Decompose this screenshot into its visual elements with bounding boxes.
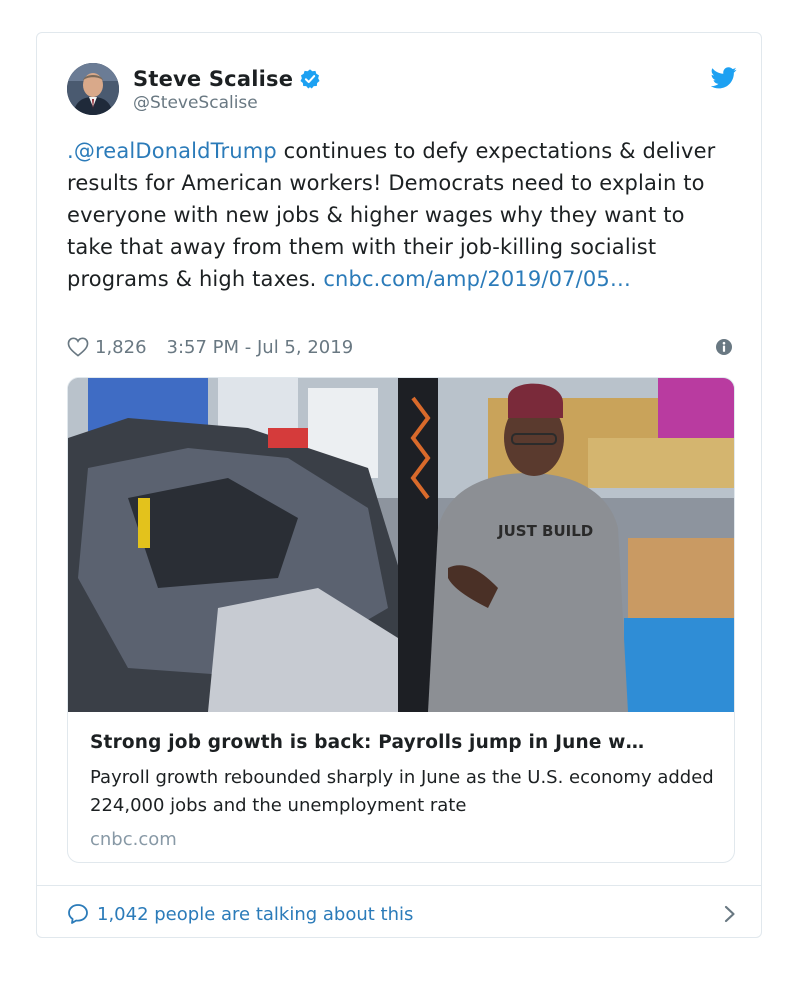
- card-body: Strong job growth is back: Payrolls jump…: [90, 728, 720, 850]
- link-preview-card[interactable]: JUST BUILD Strong job growth is back: Pa…: [67, 377, 735, 863]
- card-title[interactable]: Strong job growth is back: Payrolls jump…: [90, 728, 720, 758]
- avatar[interactable]: [67, 63, 119, 115]
- tweet-header: Steve Scalise @SteveScalise: [67, 63, 737, 119]
- author-handle[interactable]: @SteveScalise: [133, 93, 321, 113]
- card-description: Payroll growth rebounded sharply in June…: [90, 767, 714, 816]
- speech-bubble-icon: [68, 904, 88, 924]
- chevron-right-icon[interactable]: [723, 905, 737, 923]
- tweet-text: .@realDonaldTrump continues to defy expe…: [67, 135, 737, 295]
- conversation-count[interactable]: 1,042 people are talking about this: [97, 904, 413, 925]
- card-domain: cnbc.com: [90, 829, 177, 850]
- twitter-bird-icon[interactable]: [711, 67, 737, 89]
- article-url-link[interactable]: cnbc.com/amp/2019/07/05…: [323, 267, 631, 291]
- tweet-timestamp[interactable]: 3:57 PM - Jul 5, 2019: [167, 337, 354, 358]
- card-image: JUST BUILD: [68, 378, 734, 712]
- footer-divider: [37, 885, 761, 886]
- tweet-meta: 1,826 3:57 PM - Jul 5, 2019: [67, 333, 737, 361]
- info-icon[interactable]: [715, 338, 733, 356]
- mention-link[interactable]: .@realDonaldTrump: [67, 139, 277, 163]
- author-display-name[interactable]: Steve Scalise: [133, 67, 293, 91]
- tweet-embed: Steve Scalise @SteveScalise .@realDonald…: [36, 32, 762, 938]
- conversation-link[interactable]: 1,042 people are talking about this: [67, 899, 737, 929]
- heart-icon[interactable]: [67, 337, 89, 357]
- verified-badge-icon: [300, 69, 320, 89]
- avatar-photo: [67, 63, 119, 115]
- like-count[interactable]: 1,826: [95, 337, 147, 358]
- shirt-text: JUST BUILD: [497, 522, 593, 540]
- author-names: Steve Scalise @SteveScalise: [133, 65, 321, 113]
